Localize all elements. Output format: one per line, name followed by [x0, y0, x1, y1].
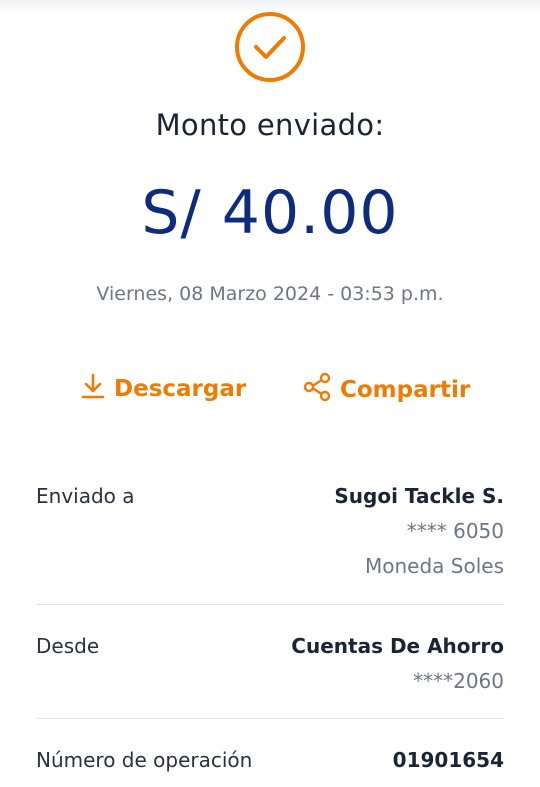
share-label: Compartir — [340, 377, 471, 403]
amount-title: Monto enviado: — [155, 108, 385, 142]
divider — [36, 718, 504, 719]
recipient-currency: Moneda Soles — [365, 554, 504, 578]
operation-number: 01901654 — [392, 748, 504, 772]
amount-value: S/ 40.00 — [141, 178, 399, 248]
recipient-account: **** 6050 — [406, 519, 504, 543]
divider — [36, 604, 504, 605]
download-label: Descargar — [114, 376, 247, 402]
sent-to-label: Enviado a — [36, 484, 135, 508]
from-label: Desde — [36, 634, 100, 658]
receipt-actions: Descargar Compartir — [0, 372, 540, 412]
success-check-icon — [233, 10, 307, 84]
share-button[interactable]: Compartir — [302, 372, 470, 408]
recipient-name: Sugoi Tackle S. — [334, 484, 504, 508]
download-button[interactable]: Descargar — [80, 372, 246, 406]
download-icon — [80, 372, 114, 406]
source-account: ****2060 — [413, 669, 504, 693]
share-icon — [302, 372, 340, 408]
transaction-datetime: Viernes, 08 Marzo 2024 - 03:53 p.m. — [96, 283, 444, 305]
operation-number-label: Número de operación — [36, 748, 253, 772]
receipt-screen: Monto enviado: S/ 40.00 Viernes, 08 Marz… — [0, 0, 540, 787]
source-account-type: Cuentas De Ahorro — [291, 634, 504, 658]
